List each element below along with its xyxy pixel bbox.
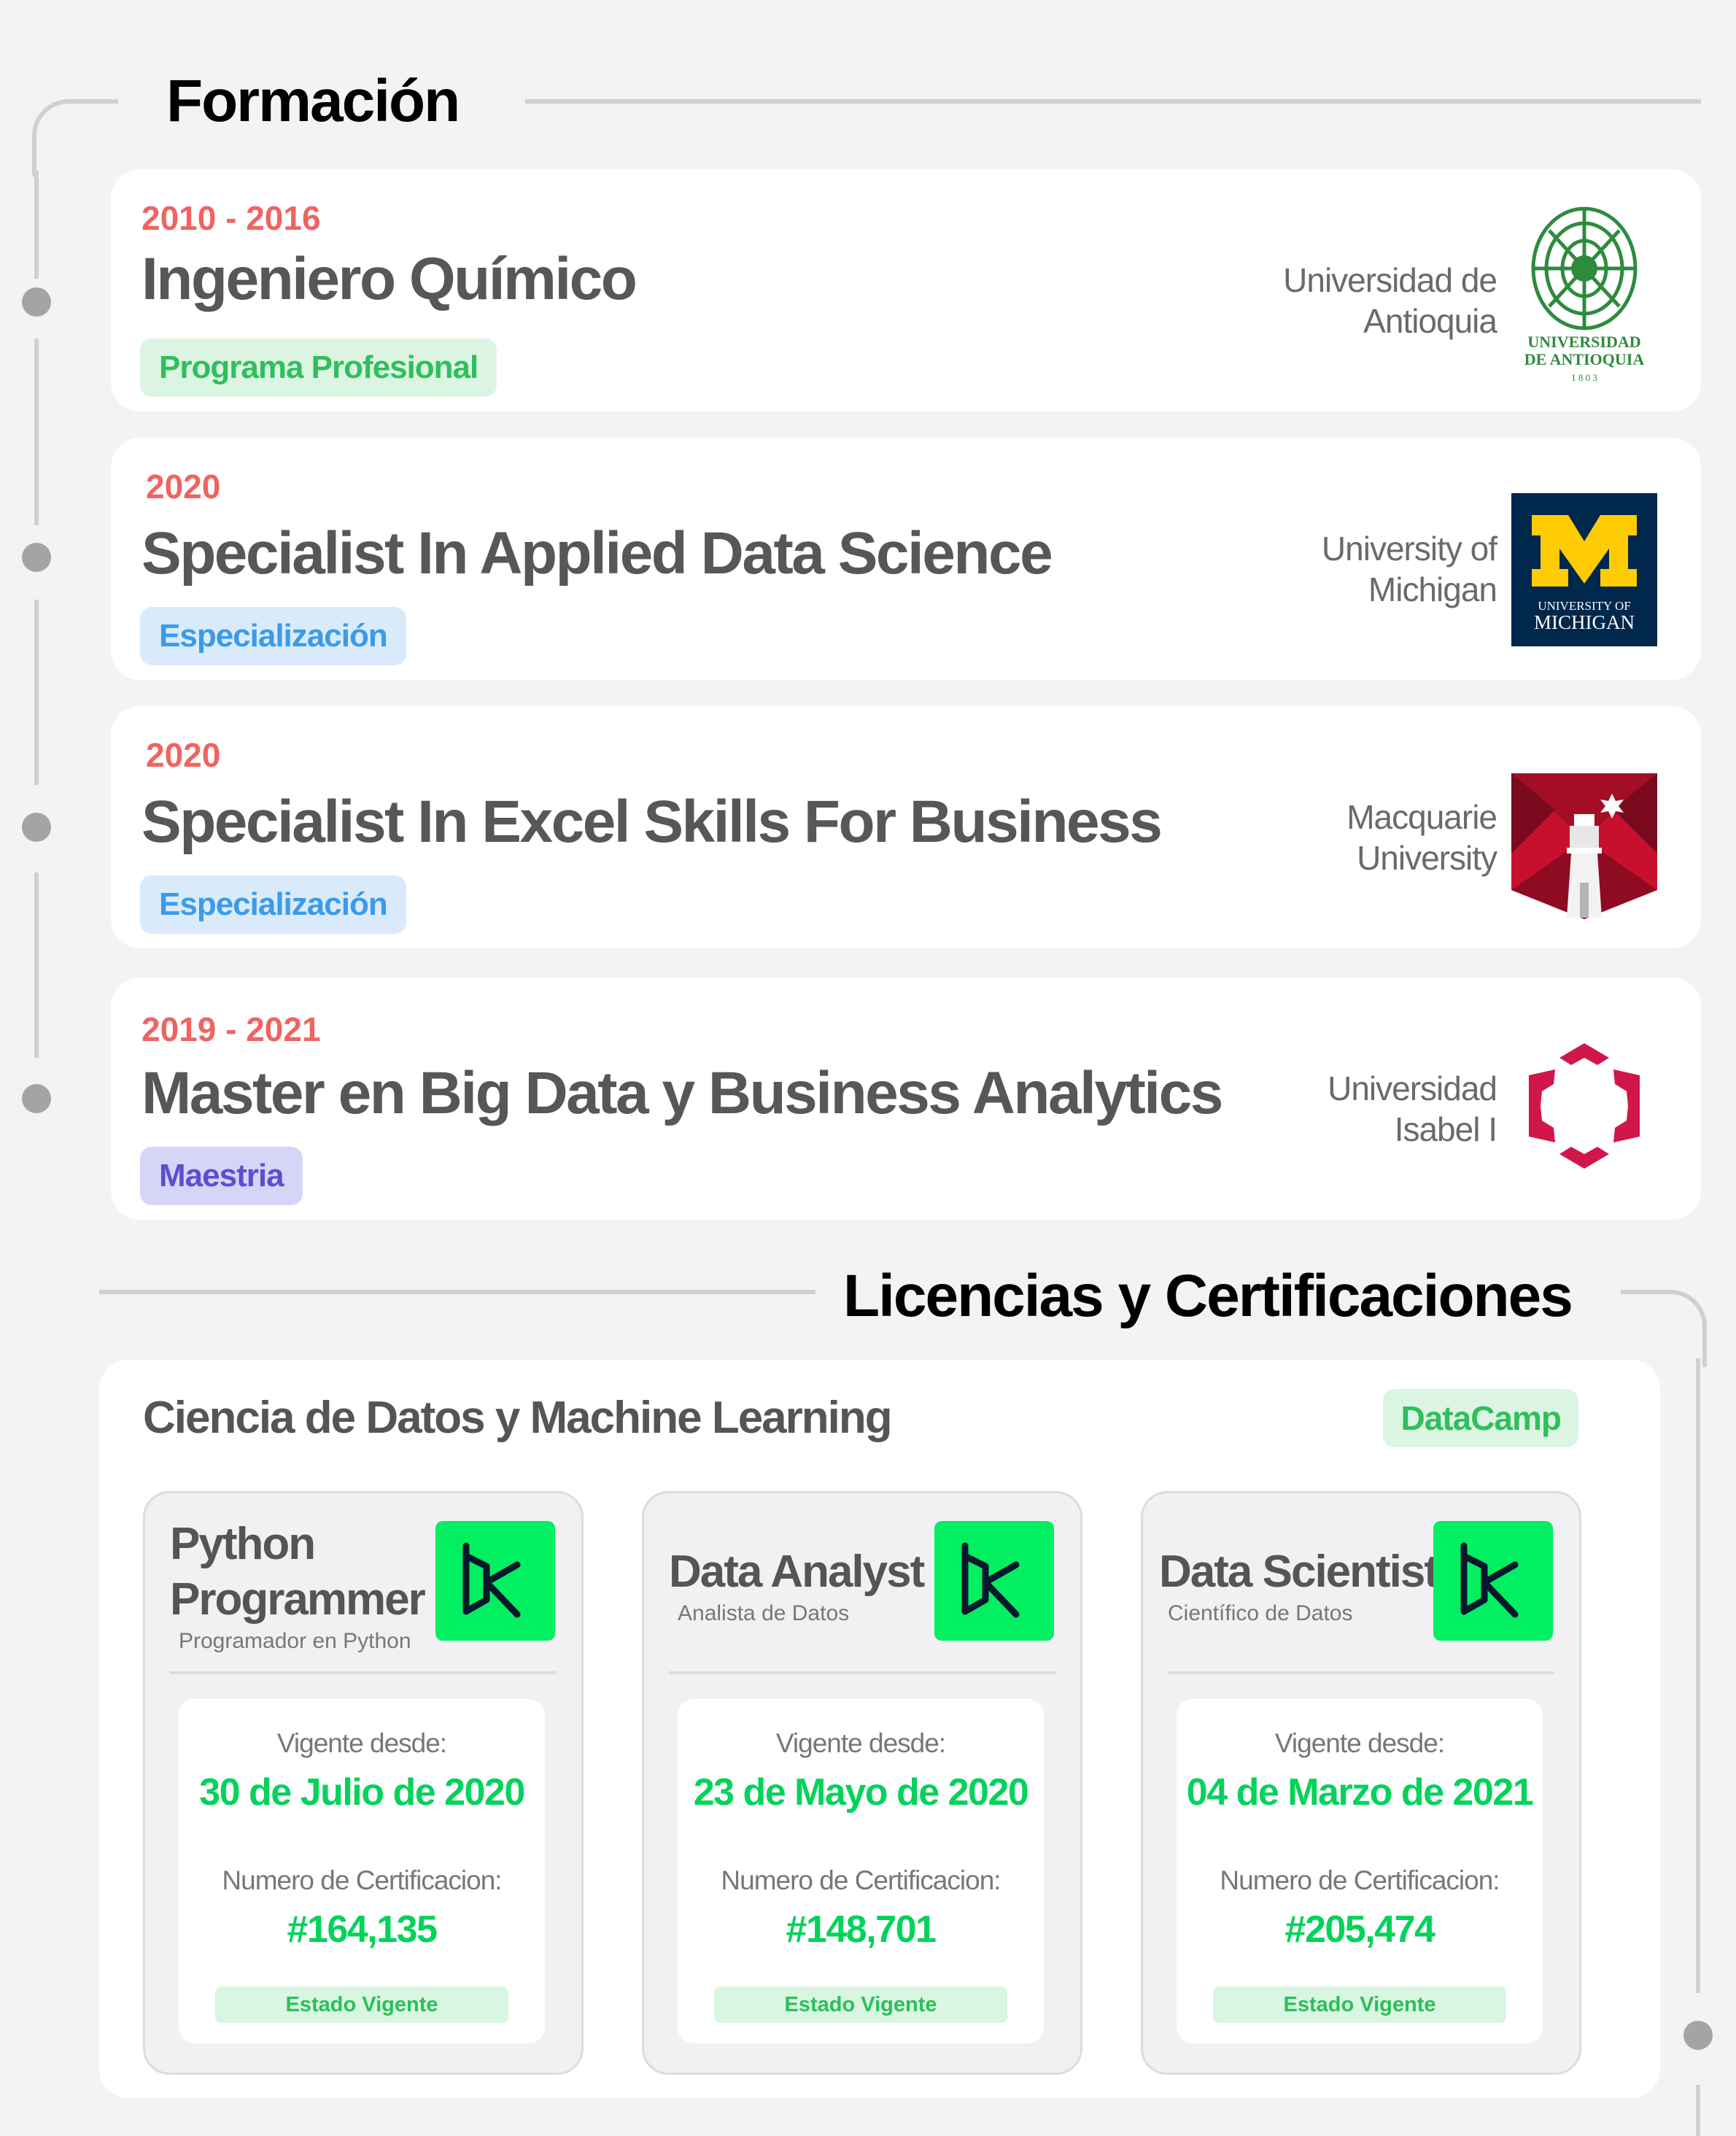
education-card[interactable]: 2020 Specialist In Excel Skills For Busi… xyxy=(111,706,1701,948)
certification-number-label: Numero de Certificacion: xyxy=(222,1865,502,1895)
svg-text:MICHIGAN: MICHIGAN xyxy=(1534,611,1635,633)
status-badge: Estado Vigente xyxy=(215,1986,508,2023)
education-title: Master en Big Data y Business Analytics xyxy=(142,1060,1223,1126)
valid-since-date: 23 de Mayo de 2020 xyxy=(693,1771,1029,1814)
valid-since-date: 30 de Julio de 2020 xyxy=(199,1771,525,1814)
timeline-segment xyxy=(34,600,39,785)
certification-name: Data Scientist xyxy=(1159,1547,1439,1597)
university-name: Universidad de Antioquia xyxy=(1283,261,1497,340)
timeline-segment xyxy=(34,338,39,525)
valid-since-label: Vigente desde: xyxy=(276,1728,447,1758)
education-title: Specialist In Excel Skills For Business xyxy=(142,789,1163,855)
certification-number: #148,701 xyxy=(786,1908,937,1951)
timeline-segment xyxy=(34,872,39,1058)
certification-details: Vigente desde: 23 de Mayo de 2020 Numero… xyxy=(678,1699,1044,2043)
education-years: 2020 xyxy=(146,468,221,506)
certification-name: Python Programmer xyxy=(170,1519,426,1625)
certification-name: Data Analyst xyxy=(669,1547,925,1597)
education-card[interactable]: 2020 Specialist In Applied Data Science … xyxy=(111,438,1701,680)
timeline-right-curve xyxy=(1621,1290,1707,1367)
education-card[interactable]: 2019 - 2021 Master en Big Data y Busines… xyxy=(111,978,1701,1220)
certification-details: Vigente desde: 30 de Julio de 2020 Numer… xyxy=(179,1699,545,2043)
education-title: Specialist In Applied Data Science xyxy=(142,520,1053,587)
certification-card[interactable]: Data Scientist Científico de Datos Vigen… xyxy=(1141,1491,1581,2075)
timeline-dot xyxy=(1683,2021,1713,2050)
timeline-dot xyxy=(22,813,51,842)
certification-card[interactable]: Data Analyst Analista de Datos Vigente d… xyxy=(642,1491,1082,2075)
education-type-badge: Especialización xyxy=(140,607,406,665)
timeline-dot xyxy=(22,1084,51,1113)
divider xyxy=(170,1671,557,1674)
certification-subtitle: Científico de Datos xyxy=(1168,1601,1353,1625)
certification-group-title: Ciencia de Datos y Machine Learning xyxy=(143,1393,893,1443)
university-name: University of Michigan xyxy=(1321,530,1497,608)
certification-details: Vigente desde: 04 de Marzo de 2021 Numer… xyxy=(1177,1699,1543,2043)
education-type-badge: Maestria xyxy=(140,1147,303,1205)
datacamp-logo-icon xyxy=(1433,1521,1553,1641)
section-title-formacion: Formación xyxy=(166,68,460,134)
certification-number-label: Numero de Certificacion: xyxy=(1220,1865,1500,1895)
status-badge: Estado Vigente xyxy=(714,1986,1007,2023)
certification-card[interactable]: Python Programmer Programador en Python … xyxy=(143,1491,584,2075)
certification-subtitle: Programador en Python xyxy=(179,1629,411,1653)
datacamp-logo-icon xyxy=(435,1521,555,1641)
valid-since-label: Vigente desde: xyxy=(1274,1728,1445,1758)
status-badge: Estado Vigente xyxy=(1213,1986,1506,2023)
university-of-michigan-logo: UNIVERSITY OF MICHIGAN xyxy=(1511,493,1657,646)
licencias-title-rule xyxy=(99,1290,815,1294)
timeline-segment xyxy=(1696,2085,1700,2136)
universidad-de-antioquia-logo: UNIVERSIDAD DE ANTIOQUIA 1 8 0 3 xyxy=(1511,203,1657,385)
macquarie-university-logo xyxy=(1511,773,1657,926)
education-title: Ingeniero Químico xyxy=(142,246,638,312)
university-name: Macquarie University xyxy=(1346,798,1497,877)
education-type-badge: Especialización xyxy=(140,875,406,934)
timeline-dot xyxy=(22,287,51,317)
valid-since-label: Vigente desde: xyxy=(775,1728,946,1758)
svg-text:UNIVERSIDAD: UNIVERSIDAD xyxy=(1527,333,1640,351)
provider-badge: DataCamp xyxy=(1383,1389,1578,1447)
certification-subtitle: Analista de Datos xyxy=(678,1601,850,1625)
certification-number: #205,474 xyxy=(1284,1908,1435,1951)
divider xyxy=(669,1671,1055,1674)
timeline-segment xyxy=(34,171,39,279)
certification-number-label: Numero de Certificacion: xyxy=(721,1865,1001,1895)
timeline-top-curve xyxy=(32,99,118,177)
education-type-badge: Programa Profesional xyxy=(140,338,497,397)
universidad-isabel-i-logo xyxy=(1511,1033,1657,1186)
formacion-title-rule xyxy=(525,99,1701,104)
timeline-dot xyxy=(22,543,51,572)
timeline-segment xyxy=(1696,1358,1700,1993)
divider xyxy=(1168,1671,1554,1674)
certification-number: #164,135 xyxy=(287,1908,438,1951)
education-card[interactable]: 2010 - 2016 Ingeniero Químico Programa P… xyxy=(111,169,1701,411)
education-years: 2010 - 2016 xyxy=(142,199,321,237)
datacamp-logo-icon xyxy=(934,1521,1054,1641)
education-years: 2019 - 2021 xyxy=(142,1010,321,1048)
svg-text:1 8 0 3: 1 8 0 3 xyxy=(1571,372,1597,383)
section-title-licencias: Licencias y Certificaciones xyxy=(843,1263,1573,1329)
svg-text:DE ANTIOQUIA: DE ANTIOQUIA xyxy=(1524,350,1645,368)
university-name: Universidad Isabel I xyxy=(1328,1069,1497,1148)
valid-since-date: 04 de Marzo de 2021 xyxy=(1186,1771,1534,1814)
education-years: 2020 xyxy=(146,736,221,774)
